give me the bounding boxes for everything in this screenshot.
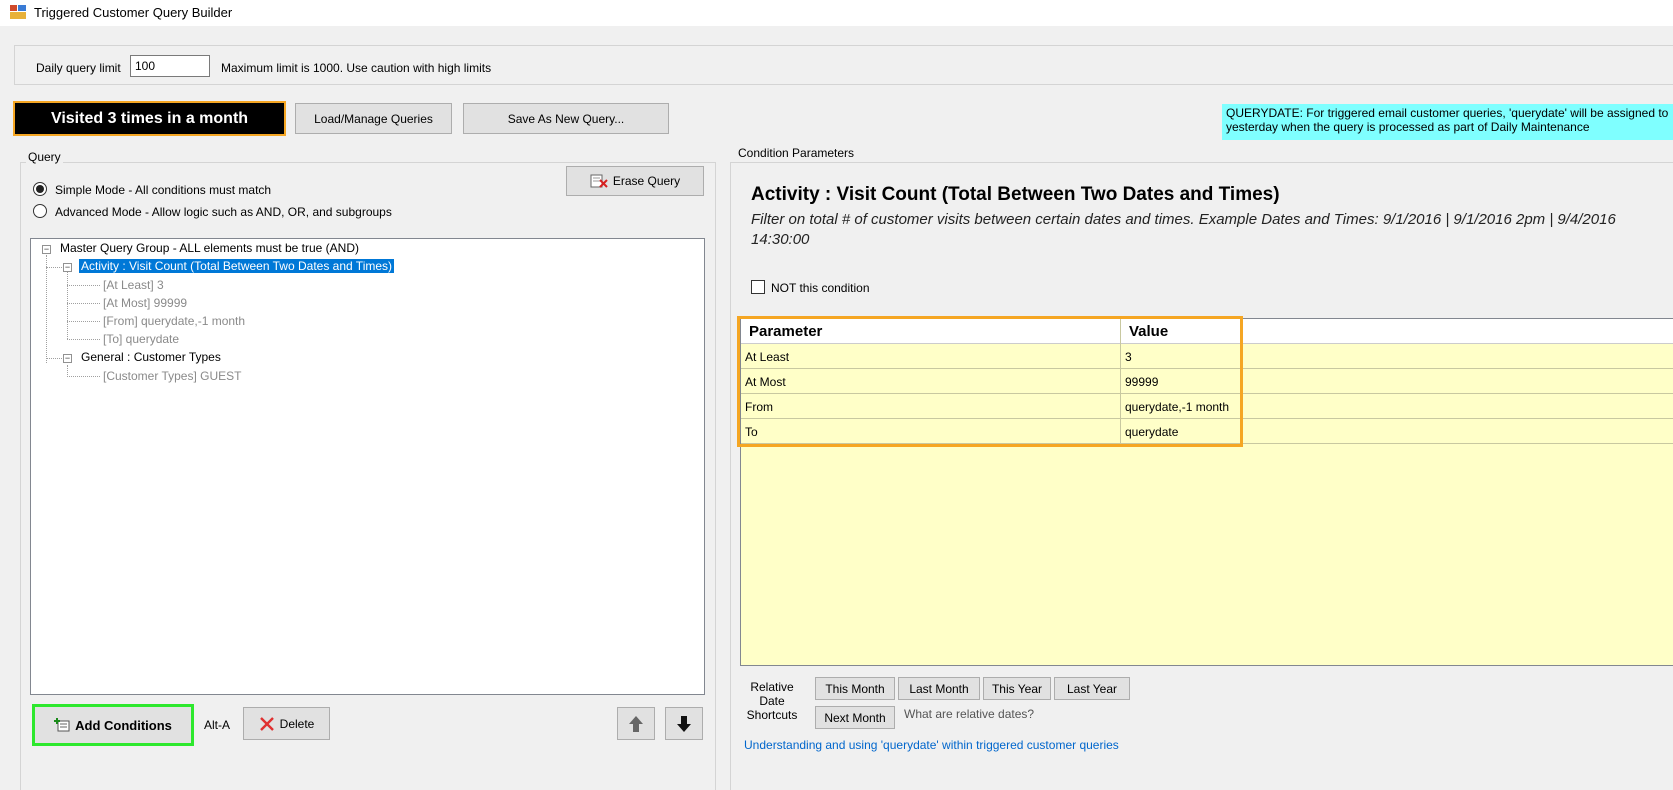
add-shortcut-label: Alt-A: [204, 718, 231, 732]
grid-row[interactable]: From querydate,-1 month: [741, 394, 1673, 419]
collapse-condition2-icon[interactable]: −: [63, 354, 72, 363]
what-are-relative-dates-link[interactable]: What are relative dates?: [904, 707, 1034, 721]
simple-mode-radio[interactable]: [33, 182, 47, 196]
grid-cell-parameter: At Most: [745, 375, 786, 389]
tree-param[interactable]: [To] querydate: [103, 332, 179, 346]
querydate-note: QUERYDATE: For triggered email customer …: [1222, 104, 1673, 140]
delete-x-icon: [259, 716, 274, 731]
tree-param[interactable]: [At Most] 99999: [103, 296, 187, 310]
limit-note: Maximum limit is 1000. Use caution with …: [221, 61, 492, 75]
tree-line: [46, 255, 47, 363]
this-month-button[interactable]: This Month: [815, 677, 895, 700]
daily-limit-input[interactable]: [130, 55, 210, 77]
save-as-new-query-button[interactable]: Save As New Query...: [463, 103, 669, 134]
tree-param[interactable]: [From] querydate,-1 month: [103, 314, 245, 328]
add-conditions-label: Add Conditions: [75, 717, 172, 733]
erase-icon: [590, 174, 608, 188]
this-year-button[interactable]: This Year: [983, 677, 1051, 700]
not-condition-label[interactable]: NOT this condition: [771, 281, 870, 295]
querydate-help-link[interactable]: Understanding and using 'querydate' with…: [744, 738, 1119, 752]
tree-line: [67, 376, 100, 377]
grid-row[interactable]: At Least 3: [741, 344, 1673, 369]
advanced-mode-radio[interactable]: [33, 204, 47, 218]
simple-mode-label[interactable]: Simple Mode - All conditions must match: [55, 183, 271, 197]
tree-line: [67, 339, 100, 340]
tree-line: [46, 358, 64, 359]
move-up-button[interactable]: [617, 707, 655, 740]
tree-line: [67, 321, 100, 322]
radio-selected-dot: [36, 185, 44, 193]
condition-title: Activity : Visit Count (Total Between Tw…: [751, 184, 1280, 205]
grid-cell-value[interactable]: 3: [1125, 350, 1132, 364]
relative-date-shortcuts-label: Relative Date Shortcuts: [746, 680, 798, 722]
tree-condition-customer-types[interactable]: General : Customer Types: [81, 350, 221, 364]
tree-param[interactable]: [Customer Types] GUEST: [103, 369, 242, 383]
arrow-down-icon: [677, 715, 691, 732]
grid-cell-parameter: At Least: [745, 350, 790, 364]
daily-limit-label: Daily query limit: [36, 61, 121, 75]
grid-cell-parameter: From: [745, 400, 773, 414]
title-bar: [0, 0, 1673, 26]
grid-header-row: Parameter Value: [741, 319, 1673, 344]
window-title: Triggered Customer Query Builder: [34, 5, 233, 20]
tree-condition-visit-count[interactable]: Activity : Visit Count (Total Between Tw…: [79, 259, 395, 273]
tree-param[interactable]: [At Least] 3: [103, 278, 164, 292]
delete-button[interactable]: Delete: [243, 707, 330, 740]
app-window-icon: [10, 5, 26, 19]
grid-cell-value[interactable]: querydate: [1125, 425, 1178, 439]
move-down-button[interactable]: [665, 707, 703, 740]
tree-line: [67, 303, 100, 304]
arrow-up-icon: [629, 715, 643, 732]
add-list-icon: [54, 718, 70, 732]
grid-column-divider: [1120, 319, 1121, 444]
grid-header-value: Value: [1129, 323, 1169, 340]
query-name-label: Visited 3 times in a month: [13, 101, 286, 136]
condition-description: Filter on total # of customer visits bet…: [751, 211, 1616, 248]
collapse-root-icon[interactable]: −: [42, 245, 51, 254]
grid-cell-parameter: To: [745, 425, 758, 439]
condition-parameters-label: Condition Parameters: [736, 146, 857, 160]
erase-query-button[interactable]: Erase Query: [566, 166, 704, 196]
erase-query-label: Erase Query: [612, 174, 681, 188]
not-condition-checkbox[interactable]: [751, 280, 765, 294]
grid-row[interactable]: To querydate: [741, 419, 1673, 444]
tree-line: [67, 272, 68, 339]
last-year-button[interactable]: Last Year: [1054, 677, 1130, 700]
tree-line: [67, 285, 100, 286]
grid-cell-value[interactable]: 99999: [1125, 375, 1158, 389]
query-group-label: Query: [26, 150, 63, 164]
tree-line: [46, 267, 64, 268]
tree-root-group[interactable]: Master Query Group - ALL elements must b…: [60, 241, 359, 255]
last-month-button[interactable]: Last Month: [898, 677, 980, 700]
grid-cell-value[interactable]: querydate,-1 month: [1125, 400, 1229, 414]
grid-header-parameter: Parameter: [749, 323, 823, 340]
collapse-condition1-icon[interactable]: −: [63, 263, 72, 272]
next-month-button[interactable]: Next Month: [815, 706, 895, 729]
advanced-mode-label[interactable]: Advanced Mode - Allow logic such as AND,…: [55, 205, 392, 219]
load-manage-queries-button[interactable]: Load/Manage Queries: [295, 103, 452, 134]
grid-row[interactable]: At Most 99999: [741, 369, 1673, 394]
delete-label: Delete: [279, 716, 315, 731]
add-conditions-button[interactable]: Add Conditions: [32, 704, 194, 746]
